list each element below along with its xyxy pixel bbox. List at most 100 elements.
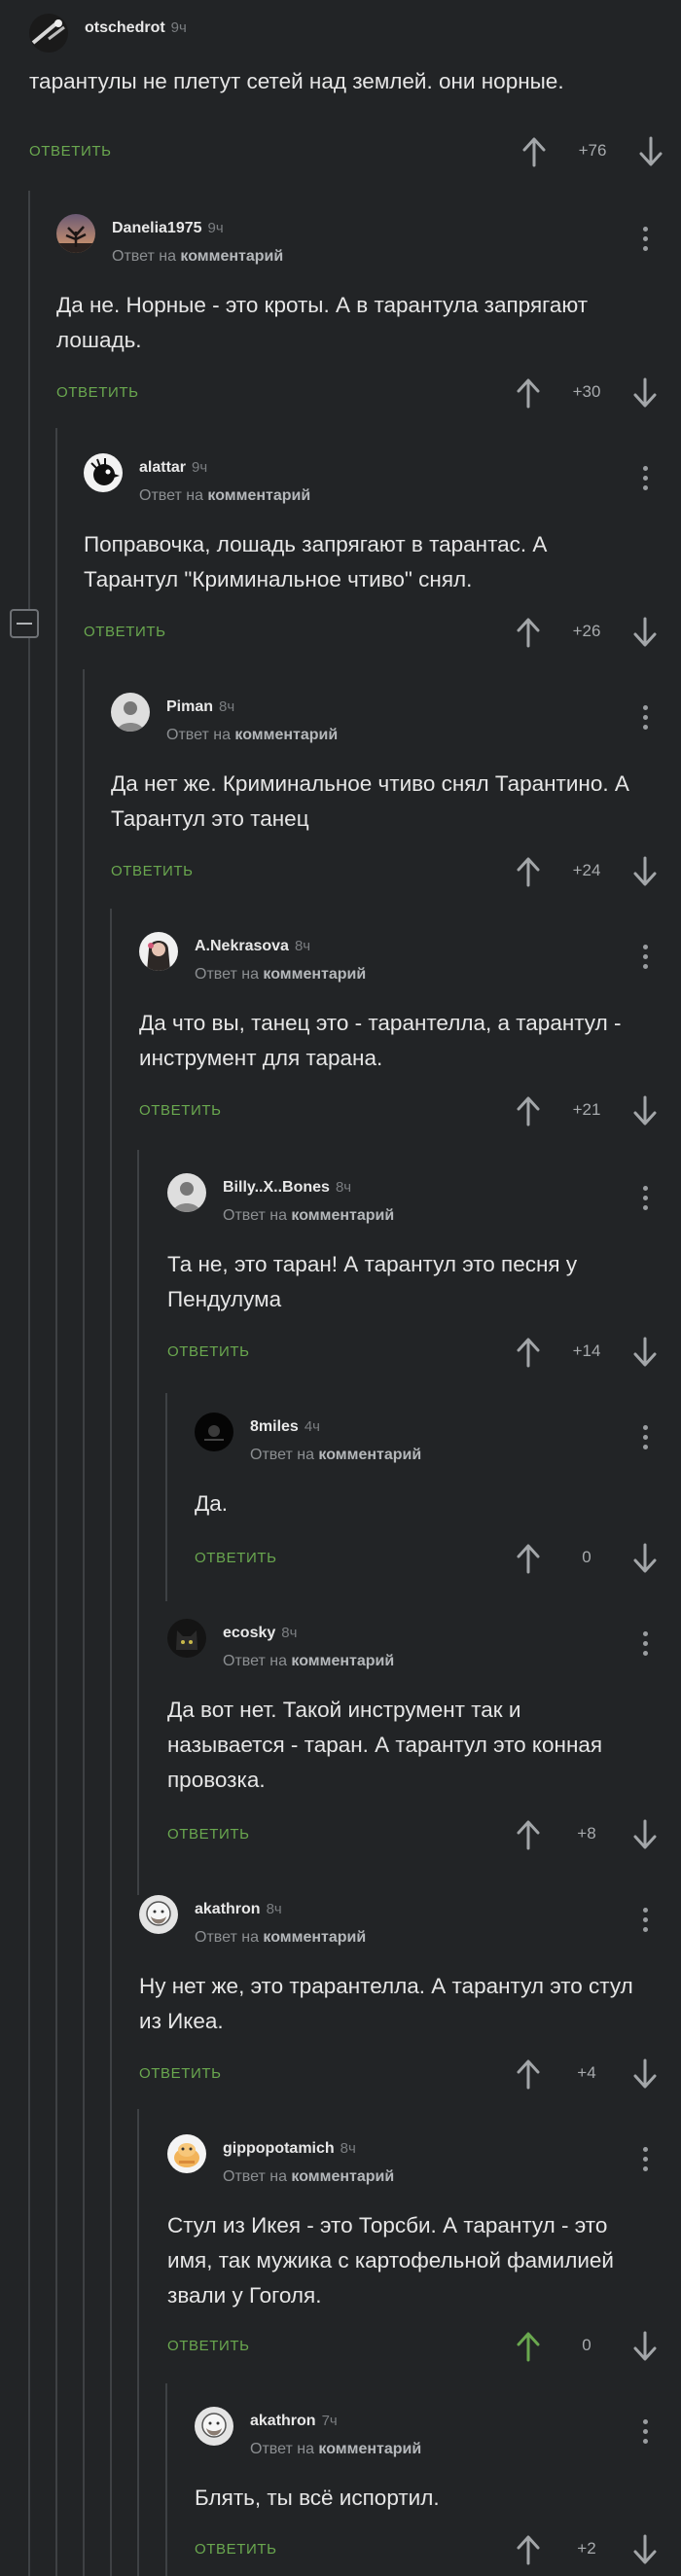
- upvote-arrow-icon[interactable]: [514, 615, 543, 650]
- upvote-arrow-icon[interactable]: [514, 376, 543, 411]
- comment-author[interactable]: akathron 8ч: [195, 1901, 282, 1918]
- upvote-arrow-icon[interactable]: [514, 1335, 543, 1370]
- thread-line[interactable]: [110, 909, 112, 2576]
- more-options-icon[interactable]: [630, 942, 660, 977]
- downvote-arrow-icon[interactable]: [630, 2329, 660, 2364]
- downvote-arrow-icon[interactable]: [630, 854, 660, 889]
- cat-avatar-icon[interactable]: [167, 1619, 206, 1658]
- bird-avatar-icon[interactable]: [84, 453, 123, 492]
- reply-to-target[interactable]: комментарий: [263, 1929, 366, 1946]
- dark-avatar-icon[interactable]: [195, 1413, 233, 1451]
- bearded-avatar-icon[interactable]: [195, 2407, 233, 2446]
- author-name[interactable]: Danelia1975: [112, 220, 202, 236]
- comment-author[interactable]: alattar 9ч: [139, 459, 207, 477]
- reply-to-target[interactable]: комментарий: [207, 487, 310, 504]
- reply-to-link[interactable]: Ответ на комментарий: [195, 1929, 366, 1947]
- comment-author[interactable]: ecosky 8ч: [223, 1625, 297, 1642]
- comment-author[interactable]: Billy..X..Bones 8ч: [223, 1179, 351, 1197]
- more-options-icon[interactable]: [630, 2416, 660, 2451]
- reply-button[interactable]: ОТВЕТИТЬ: [111, 863, 194, 879]
- author-name[interactable]: 8miles: [250, 1418, 299, 1435]
- downvote-arrow-icon[interactable]: [630, 615, 660, 650]
- more-options-icon[interactable]: [630, 1422, 660, 1457]
- reply-to-target[interactable]: комментарий: [318, 1447, 421, 1463]
- comment-author[interactable]: akathron 7ч: [250, 2413, 338, 2430]
- bearded-avatar-icon[interactable]: [139, 1895, 178, 1934]
- person-avatar-icon[interactable]: [167, 1173, 206, 1212]
- downvote-arrow-icon[interactable]: [630, 1817, 660, 1852]
- reply-button[interactable]: ОТВЕТИТЬ: [29, 143, 112, 160]
- comment-author[interactable]: A.Nekrasova 8ч: [195, 938, 310, 955]
- author-name[interactable]: akathron: [195, 1901, 261, 1917]
- author-name[interactable]: Piman: [166, 698, 213, 715]
- collapse-thread-button[interactable]: [10, 609, 39, 638]
- upvote-arrow-icon[interactable]: [514, 2329, 543, 2364]
- downvote-arrow-icon[interactable]: [630, 2532, 660, 2567]
- upvote-arrow-icon[interactable]: [514, 1817, 543, 1852]
- comment-author[interactable]: otschedrot 9ч: [85, 19, 187, 37]
- reply-to-link[interactable]: Ответ на комментарий: [166, 727, 338, 744]
- reply-to-target[interactable]: комментарий: [291, 1653, 394, 1669]
- downvote-arrow-icon[interactable]: [630, 2057, 660, 2092]
- more-options-icon[interactable]: [630, 1905, 660, 1940]
- reply-button[interactable]: ОТВЕТИТЬ: [167, 1826, 250, 1843]
- reply-to-target[interactable]: комментарий: [318, 2441, 421, 2457]
- author-name[interactable]: Billy..X..Bones: [223, 1179, 330, 1196]
- thread-line[interactable]: [28, 191, 30, 2576]
- author-name[interactable]: otschedrot: [85, 19, 165, 36]
- more-options-icon[interactable]: [630, 2144, 660, 2179]
- more-options-icon[interactable]: [630, 702, 660, 737]
- author-name[interactable]: alattar: [139, 459, 186, 476]
- thread-line[interactable]: [165, 2383, 167, 2576]
- upvote-arrow-icon[interactable]: [514, 2532, 543, 2567]
- upvote-arrow-icon[interactable]: [520, 134, 549, 169]
- author-name[interactable]: ecosky: [223, 1625, 275, 1641]
- reply-to-target[interactable]: комментарий: [234, 727, 338, 743]
- hippo-avatar-icon[interactable]: [167, 2134, 206, 2173]
- upvote-arrow-icon[interactable]: [514, 1093, 543, 1128]
- downvote-arrow-icon[interactable]: [630, 1541, 660, 1576]
- comment-author[interactable]: gippopotamich 8ч: [223, 2140, 356, 2158]
- reply-button[interactable]: ОТВЕТИТЬ: [167, 1343, 250, 1360]
- reply-button[interactable]: ОТВЕТИТЬ: [195, 1550, 277, 1566]
- reply-to-target[interactable]: комментарий: [291, 1207, 394, 1224]
- upvote-arrow-icon[interactable]: [514, 1541, 543, 1576]
- girl-avatar-icon[interactable]: [139, 932, 178, 971]
- downvote-arrow-icon[interactable]: [630, 376, 660, 411]
- downvote-arrow-icon[interactable]: [636, 134, 665, 169]
- reply-to-link[interactable]: Ответ на комментарий: [250, 2441, 421, 2458]
- reply-to-link[interactable]: Ответ на комментарий: [223, 1207, 394, 1225]
- reply-button[interactable]: ОТВЕТИТЬ: [84, 624, 166, 640]
- downvote-arrow-icon[interactable]: [630, 1093, 660, 1128]
- person-avatar-icon[interactable]: [111, 693, 150, 732]
- author-name[interactable]: akathron: [250, 2413, 316, 2429]
- cable-avatar-icon[interactable]: [29, 14, 68, 53]
- reply-to-target[interactable]: комментарий: [291, 2168, 394, 2185]
- more-options-icon[interactable]: [630, 1183, 660, 1218]
- thread-line[interactable]: [83, 669, 85, 2576]
- tree-avatar-icon[interactable]: [56, 214, 95, 253]
- author-name[interactable]: gippopotamich: [223, 2140, 335, 2157]
- reply-button[interactable]: ОТВЕТИТЬ: [139, 1102, 222, 1119]
- thread-line[interactable]: [137, 1150, 139, 1895]
- upvote-arrow-icon[interactable]: [514, 2057, 543, 2092]
- downvote-arrow-icon[interactable]: [630, 1335, 660, 1370]
- reply-to-link[interactable]: Ответ на комментарий: [195, 966, 366, 984]
- thread-line[interactable]: [165, 1393, 167, 1601]
- reply-to-link[interactable]: Ответ на комментарий: [112, 248, 283, 266]
- more-options-icon[interactable]: [630, 1628, 660, 1664]
- thread-line[interactable]: [55, 428, 57, 2576]
- upvote-arrow-icon[interactable]: [514, 854, 543, 889]
- thread-line[interactable]: [137, 2109, 139, 2576]
- more-options-icon[interactable]: [630, 224, 660, 259]
- reply-to-link[interactable]: Ответ на комментарий: [139, 487, 310, 505]
- author-name[interactable]: A.Nekrasova: [195, 938, 289, 954]
- more-options-icon[interactable]: [630, 463, 660, 498]
- reply-to-target[interactable]: комментарий: [180, 248, 283, 265]
- reply-to-link[interactable]: Ответ на комментарий: [223, 1653, 394, 1670]
- reply-to-link[interactable]: Ответ на комментарий: [250, 1447, 421, 1464]
- comment-author[interactable]: Piman 8ч: [166, 698, 234, 716]
- reply-button[interactable]: ОТВЕТИТЬ: [139, 2065, 222, 2082]
- comment-author[interactable]: 8miles 4ч: [250, 1418, 320, 1436]
- comment-author[interactable]: Danelia1975 9ч: [112, 220, 224, 237]
